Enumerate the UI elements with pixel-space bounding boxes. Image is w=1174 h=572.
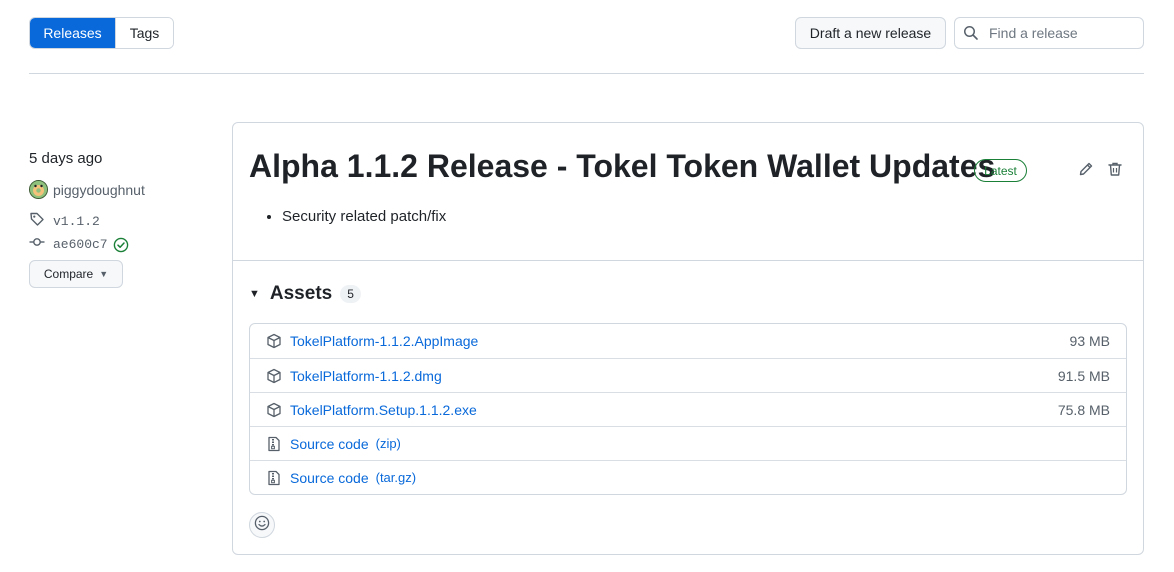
asset-format[interactable]: (zip) [376, 436, 401, 451]
tab-tags[interactable]: Tags [115, 18, 173, 48]
asset-row: TokelPlatform-1.1.2.dmg 91.5 MB [250, 358, 1126, 392]
tag-name[interactable]: v1.1.2 [53, 214, 100, 229]
search-icon [963, 25, 979, 41]
chevron-down-icon: ▼ [99, 269, 109, 279]
asset-link[interactable]: TokelPlatform-1.1.2.AppImage [290, 333, 478, 349]
assets-toggle[interactable]: ▼ Assets 5 [249, 283, 361, 305]
asset-link[interactable]: Source code [290, 436, 369, 452]
edit-release-button[interactable] [1076, 161, 1096, 181]
release-search[interactable] [954, 17, 1144, 49]
tab-releases[interactable]: Releases [30, 18, 115, 48]
compare-button[interactable]: Compare ▼ [29, 260, 123, 288]
asset-link[interactable]: TokelPlatform-1.1.2.dmg [290, 368, 442, 384]
asset-link[interactable]: TokelPlatform.Setup.1.1.2.exe [290, 402, 477, 418]
release-tabs: Releases Tags [29, 17, 174, 49]
avatar[interactable] [29, 180, 48, 199]
asset-row: Source code (tar.gz) [250, 460, 1126, 494]
commit-sha[interactable]: ae600c7 [53, 237, 108, 252]
pencil-icon [1078, 161, 1094, 182]
file-zip-icon [266, 436, 282, 452]
release-note-item: Security related patch/fix [282, 208, 446, 225]
release-author[interactable]: piggydoughnut [29, 180, 145, 199]
triangle-down-icon: ▼ [249, 288, 260, 300]
asset-link[interactable]: Source code [290, 470, 369, 486]
search-input[interactable] [987, 24, 1127, 42]
asset-row: TokelPlatform-1.1.2.AppImage 93 MB [250, 324, 1126, 358]
asset-size: 93 MB [1069, 333, 1110, 349]
header-divider [29, 73, 1144, 74]
package-icon [266, 333, 282, 349]
check-circle-icon[interactable] [113, 237, 129, 253]
release-commit[interactable]: ae600c7 [29, 234, 129, 255]
package-icon [266, 368, 282, 384]
author-name[interactable]: piggydoughnut [53, 182, 145, 198]
compare-label: Compare [43, 267, 94, 281]
draft-release-button[interactable]: Draft a new release [795, 17, 946, 49]
card-divider [233, 260, 1143, 261]
add-reaction-button[interactable] [249, 512, 275, 538]
git-commit-icon [29, 234, 45, 255]
asset-format[interactable]: (tar.gz) [376, 470, 416, 485]
release-notes: Security related patch/fix [267, 208, 446, 225]
package-icon [266, 402, 282, 418]
release-tag[interactable]: v1.1.2 [29, 211, 100, 232]
asset-row: Source code (zip) [250, 426, 1126, 460]
asset-size: 91.5 MB [1057, 367, 1110, 384]
assets-list: TokelPlatform-1.1.2.AppImage 93 MB Tokel… [249, 323, 1127, 495]
trash-icon [1107, 161, 1123, 182]
release-card: Alpha 1.1.2 Release - Tokel Token Wallet… [232, 122, 1144, 555]
smiley-icon [254, 515, 270, 536]
assets-count-badge: 5 [340, 285, 361, 303]
release-title[interactable]: Alpha 1.1.2 Release - Tokel Token Wallet… [249, 148, 995, 185]
asset-row: TokelPlatform.Setup.1.1.2.exe 75.8 MB [250, 392, 1126, 426]
tag-icon [29, 211, 45, 232]
assets-title[interactable]: Assets [270, 283, 332, 305]
delete-release-button[interactable] [1105, 161, 1125, 181]
asset-size: 75.8 MB [1057, 401, 1110, 418]
latest-badge: Latest [974, 159, 1027, 182]
file-zip-icon [266, 470, 282, 486]
release-time: 5 days ago [29, 150, 103, 167]
